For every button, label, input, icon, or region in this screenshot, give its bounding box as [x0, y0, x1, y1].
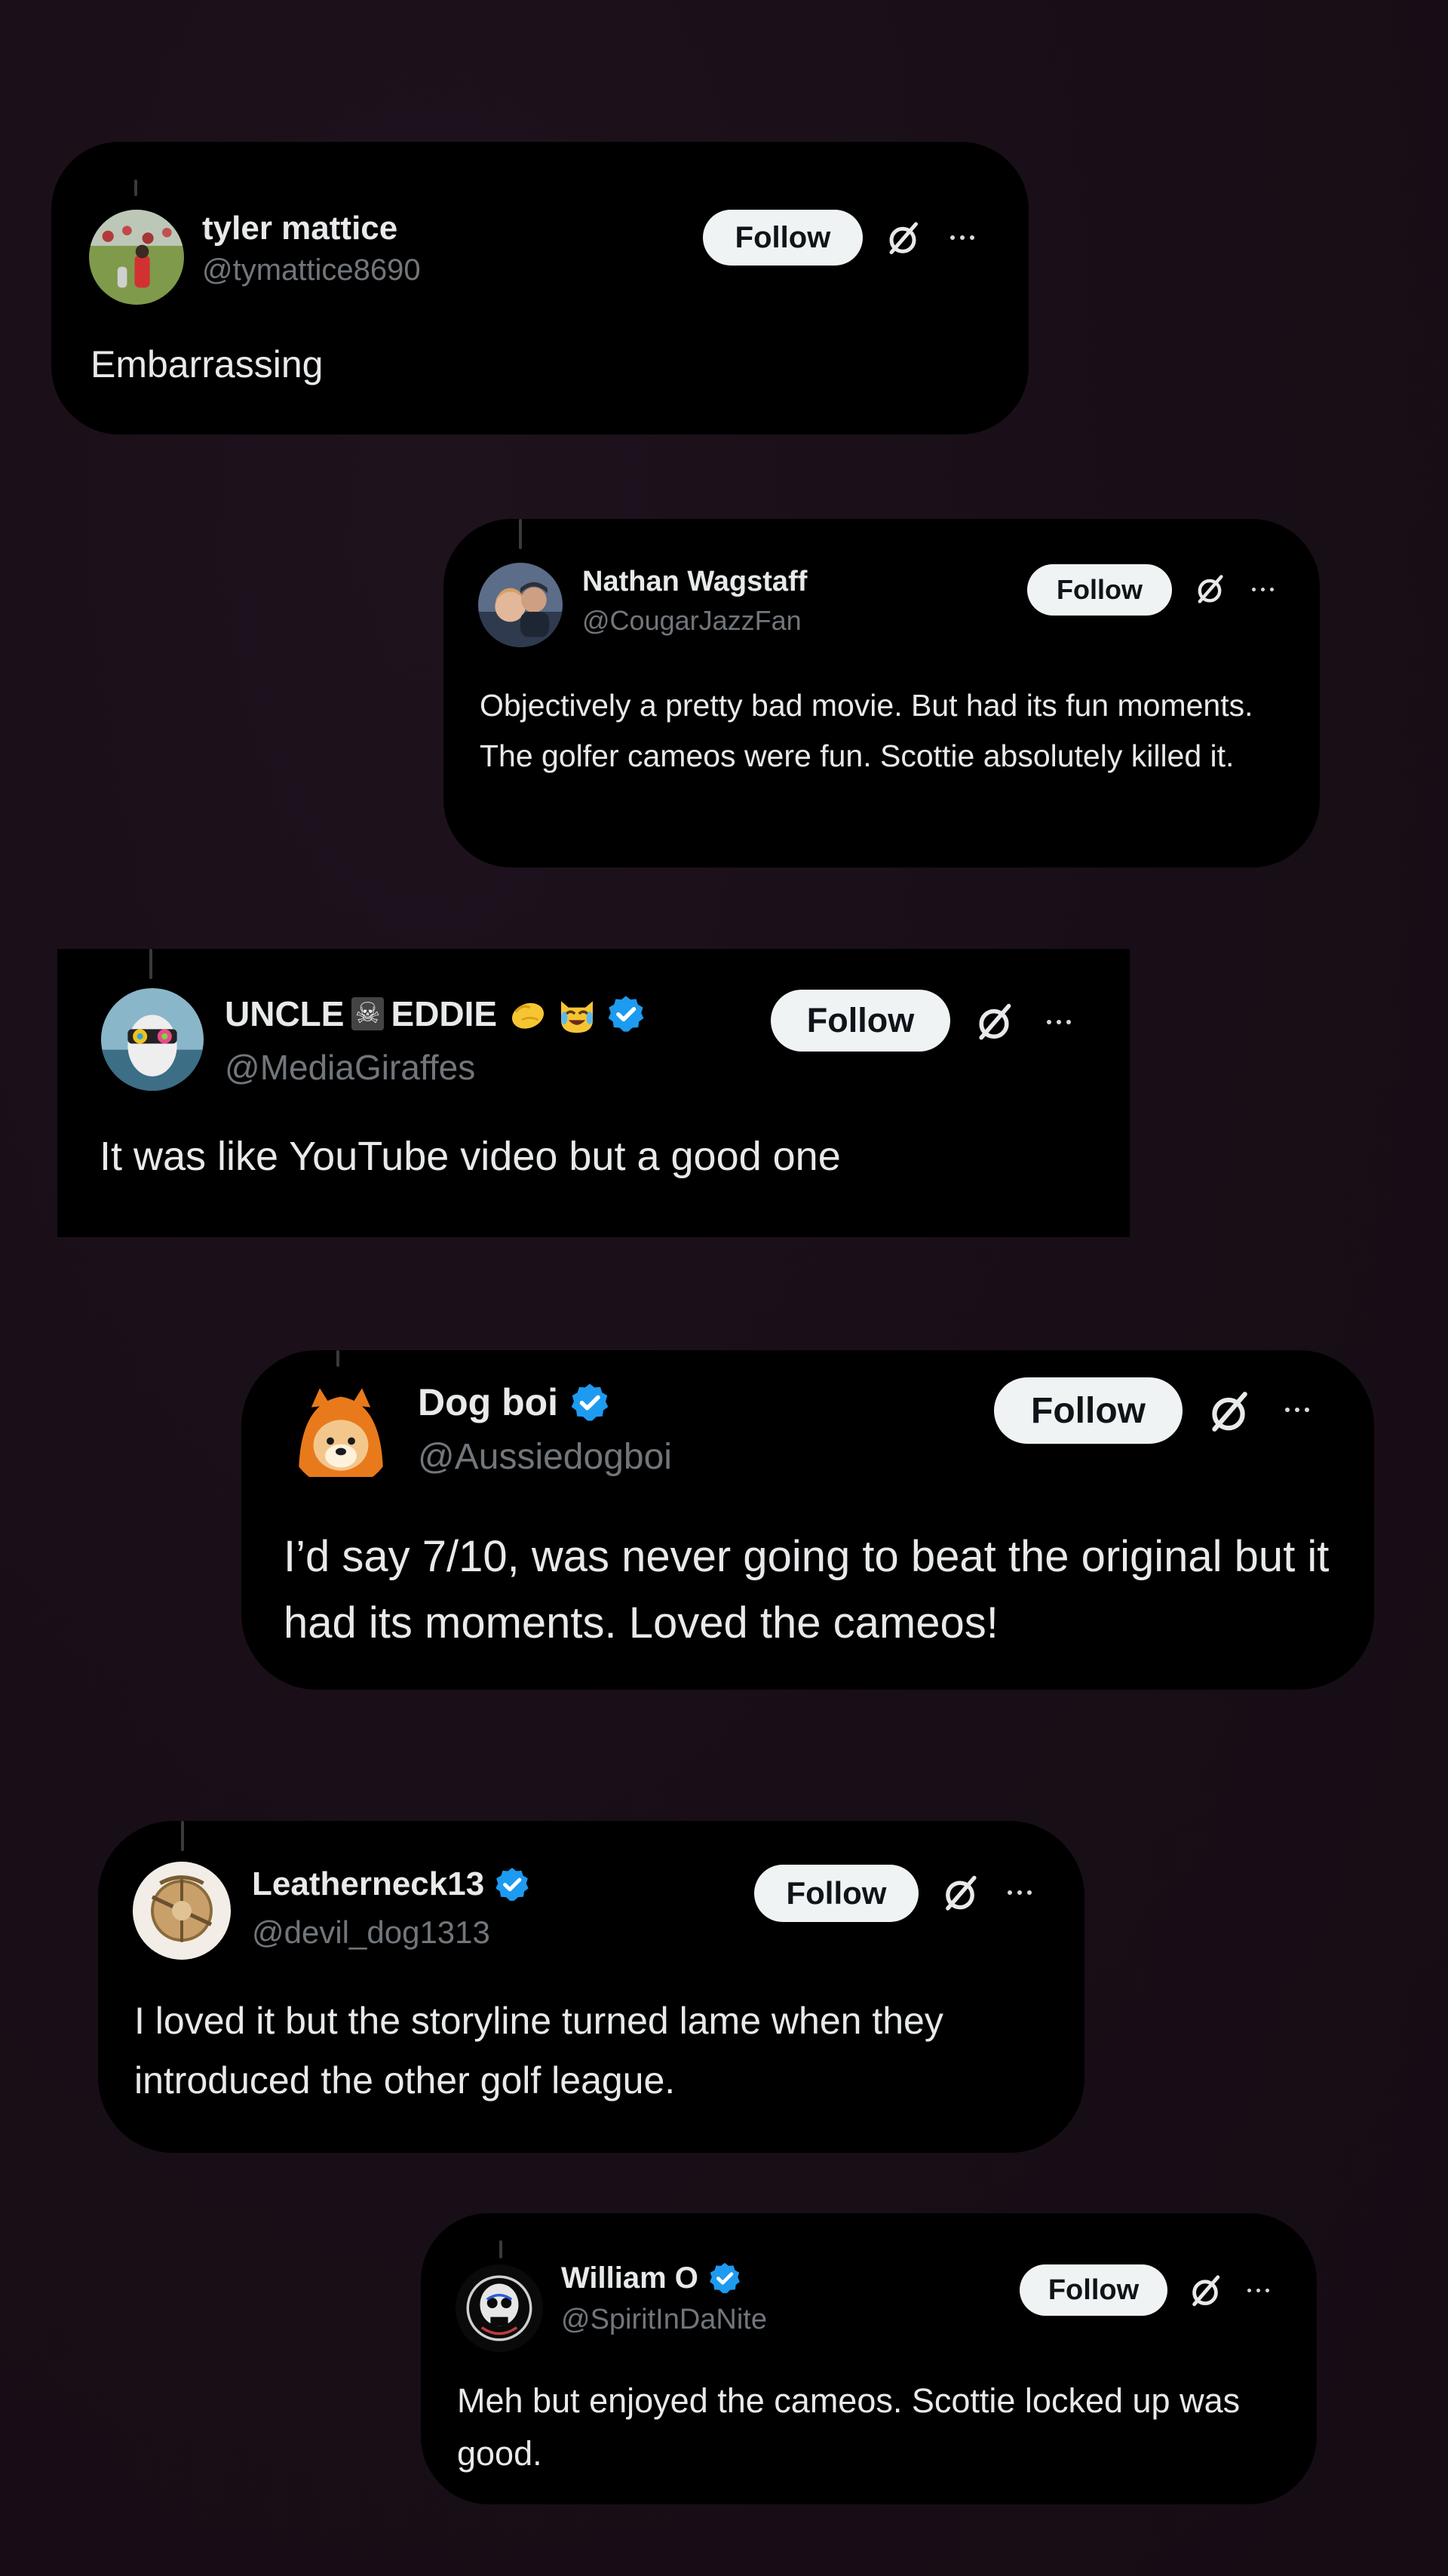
more-options-icon[interactable]: [1247, 2289, 1269, 2292]
follow-button[interactable]: Follow: [703, 210, 863, 266]
more-options-icon[interactable]: [1008, 1890, 1032, 1895]
display-name[interactable]: Leatherneck13: [252, 1865, 484, 1903]
handle[interactable]: @CougarJazzFan: [582, 605, 802, 637]
grok-icon[interactable]: [1205, 1389, 1252, 1436]
thread-line: [336, 1350, 339, 1367]
reply-text: Embarrassing: [90, 343, 324, 385]
thread-line: [519, 519, 522, 549]
thread-line: [134, 180, 137, 196]
verified-badge-icon: [709, 2262, 740, 2294]
avatar[interactable]: [101, 988, 204, 1091]
thread-line: [499, 2240, 502, 2258]
handle[interactable]: @MediaGiraffes: [225, 1047, 475, 1088]
grok-icon[interactable]: [1187, 2274, 1223, 2310]
reply-text: I loved it but the storyline turned lame…: [134, 2000, 943, 2102]
handle[interactable]: @tymattice8690: [202, 253, 421, 287]
skull-crossbones-emoji: ☠: [351, 997, 384, 1030]
follow-button[interactable]: Follow: [1020, 2264, 1167, 2316]
avatar[interactable]: [133, 1862, 231, 1960]
reply-text: Meh but enjoyed the cameos. Scottie lock…: [457, 2381, 1241, 2473]
follow-button[interactable]: Follow: [994, 1377, 1183, 1444]
verified-badge-icon: [571, 1383, 609, 1421]
grok-icon[interactable]: [973, 1002, 1015, 1044]
follow-button[interactable]: Follow: [754, 1865, 919, 1922]
handle[interactable]: @devil_dog1313: [252, 1914, 490, 1951]
grok-icon[interactable]: [940, 1874, 980, 1914]
screenshot-collage: tyler mattice @tymattice8690 Follow Emba…: [0, 0, 1448, 2576]
more-options-icon[interactable]: [1047, 1020, 1071, 1024]
grok-icon[interactable]: [1193, 573, 1226, 606]
avatar[interactable]: [89, 210, 184, 305]
reply-text: Objectively a pretty bad movie. But had …: [480, 688, 1253, 774]
cat-joy-emoji: [561, 1001, 594, 1033]
verified-badge-icon: [495, 1868, 529, 1901]
reply-card-dog-boi: Dog boi @Aussiedogboi Follow I’d say 7/1…: [241, 1350, 1374, 1690]
grok-icon[interactable]: [884, 220, 922, 258]
reply-text: I’d say 7/10, was never going to beat th…: [284, 1532, 1330, 1648]
display-name[interactable]: William O: [561, 2261, 698, 2295]
more-options-icon[interactable]: [950, 235, 974, 240]
reply-card-tyler: tyler mattice @tymattice8690 Follow Emba…: [51, 142, 1029, 434]
follow-button[interactable]: Follow: [771, 990, 950, 1052]
reply-card-leatherneck: Leatherneck13 @devil_dog1313 Follow I lo…: [98, 1821, 1084, 2153]
more-options-icon[interactable]: [1252, 588, 1274, 591]
verified-badge-icon: [608, 996, 644, 1032]
handle[interactable]: @Aussiedogboi: [418, 1436, 672, 1478]
display-name[interactable]: Dog boi: [418, 1380, 558, 1424]
fist-emoji: [512, 1002, 545, 1029]
thread-line: [149, 949, 152, 979]
display-name-part1[interactable]: UNCLE: [225, 993, 344, 1034]
reply-text: It was like YouTube video but a good one: [100, 1134, 841, 1179]
avatar[interactable]: [456, 2264, 543, 2352]
display-name[interactable]: Nathan Wagstaff: [582, 566, 807, 598]
display-name-part2[interactable]: EDDIE: [391, 993, 498, 1034]
more-options-icon[interactable]: [1285, 1408, 1309, 1412]
thread-line: [181, 1821, 184, 1851]
follow-button[interactable]: Follow: [1027, 564, 1172, 616]
reply-card-nathan: Nathan Wagstaff @CougarJazzFan Follow Ob…: [443, 519, 1320, 867]
display-name[interactable]: tyler mattice: [202, 210, 397, 247]
avatar[interactable]: [288, 1382, 394, 1488]
handle[interactable]: @SpiritInDaNite: [561, 2304, 767, 2336]
reply-card-william: William O @SpiritInDaNite Follow Meh but…: [421, 2213, 1317, 2504]
avatar[interactable]: [478, 563, 563, 647]
reply-card-uncle-eddie: UNCLE ☠ EDDIE @MediaGiraffes Follow It w…: [57, 949, 1130, 1237]
